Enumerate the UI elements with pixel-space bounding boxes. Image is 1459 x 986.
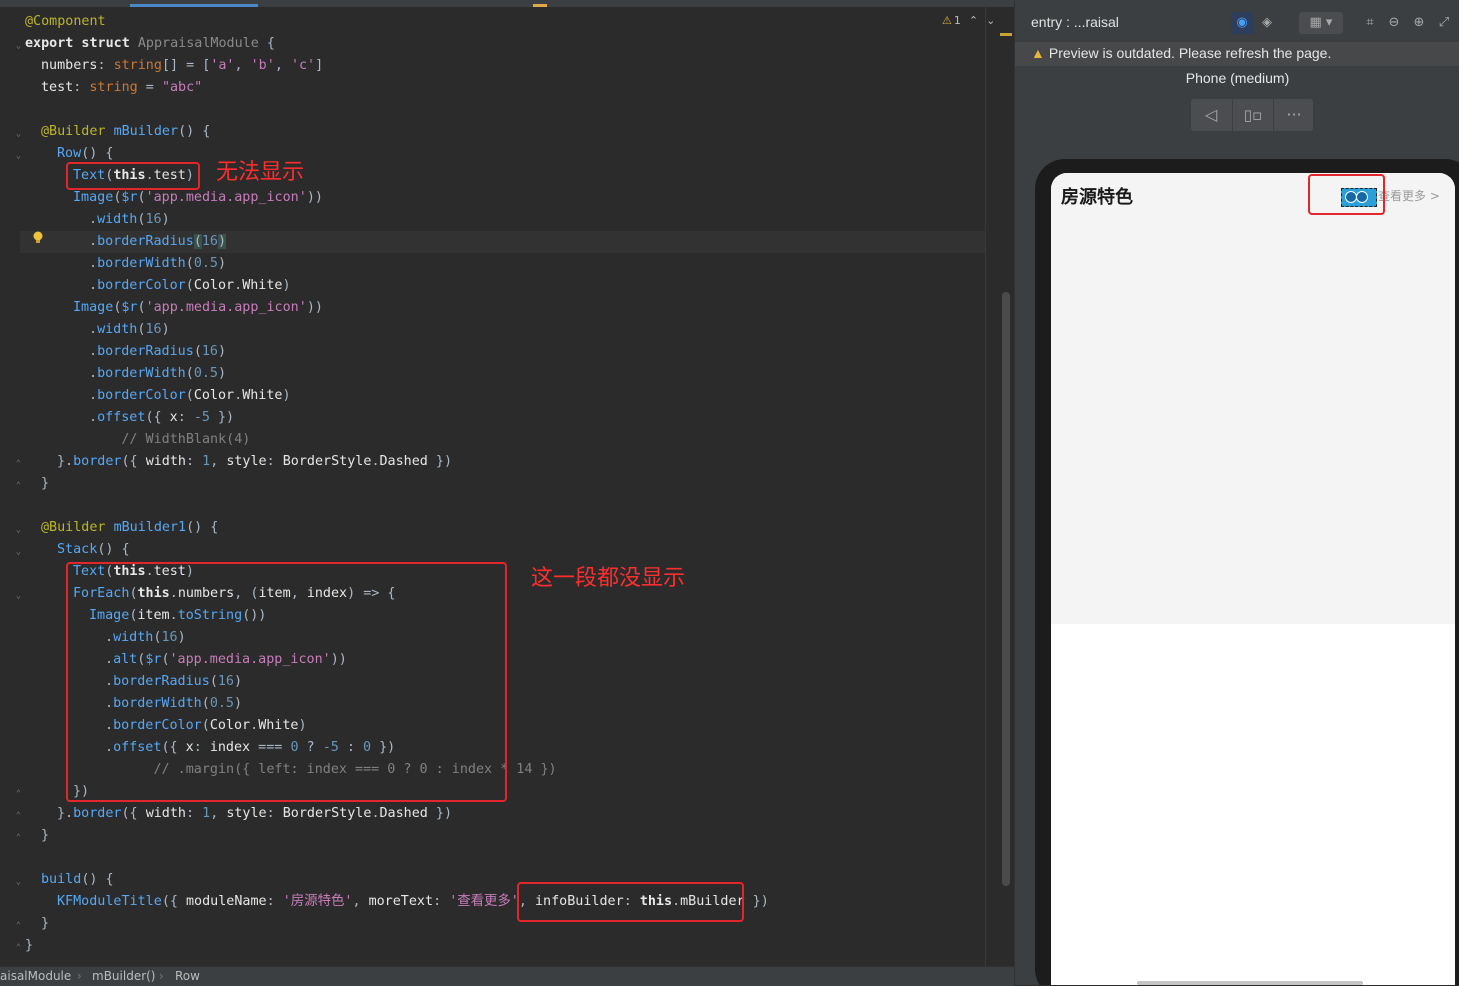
annotation-box-stack: [66, 562, 507, 802]
preview-warning-text: Preview is outdated. Please refresh the …: [1048, 45, 1332, 61]
code-line: test: string = "abc": [41, 80, 203, 95]
code-line: .borderColor(Color.White): [89, 278, 291, 293]
back-icon[interactable]: ◁: [1191, 99, 1231, 131]
fold-icon[interactable]: ⌃: [14, 811, 23, 821]
home-indicator: [1137, 981, 1363, 985]
more-text: 查看更多: [1378, 189, 1427, 203]
breadcrumb-item[interactable]: aisalModule: [0, 967, 71, 986]
editor-tab-strip[interactable]: [0, 0, 1014, 7]
code-line: .borderRadius(16): [89, 344, 227, 359]
fold-icon[interactable]: ⌄: [14, 591, 23, 601]
code-line: .borderWidth(0.5): [89, 366, 227, 381]
code-line: numbers: string[] = ['a', 'b', 'c']: [41, 58, 324, 73]
tab-indicator: [533, 4, 547, 7]
code-line: Image($r('app.media.app_icon')): [73, 300, 323, 315]
fold-icon[interactable]: ⌄: [14, 525, 23, 535]
preview-outdated-banner: ▲ Preview is outdated. Please refresh the…: [1015, 42, 1459, 66]
code-line: }.border({ width: 1, style: BorderStyle.…: [57, 806, 453, 821]
chevron-up-icon[interactable]: ⌃: [969, 14, 978, 27]
code-line: .borderWidth(0.5): [89, 256, 227, 271]
code-line: export struct AppraisalModule {: [25, 36, 275, 51]
code-line: .width(16): [89, 212, 170, 227]
previewer-panel: entry : ...raisal ◉ ◈ ▦ ▾ ⌗ ⊖ ⊕ ⤢ ▲ Previ…: [1014, 0, 1459, 985]
annotation-box-infobuilder: [517, 882, 744, 922]
warning-icon: ⚠: [942, 13, 952, 27]
code-line: // WidthBlank(4): [73, 432, 251, 447]
fold-icon[interactable]: ⌃: [14, 459, 23, 469]
device-select-icon[interactable]: ▦ ▾: [1299, 12, 1343, 34]
phone-screen[interactable]: 房源特色 查看更多 >: [1051, 173, 1455, 985]
editor-gutter: ⌄ ⌄ ⌄ ⌃ ⌃ ⌄ ⌄ ⌄ ⌃ ⌃ ⌃ ⌄ ⌃ ⌃: [0, 7, 23, 966]
warning-count: 1: [953, 13, 961, 27]
module-title: 房源特色: [1061, 187, 1133, 208]
code-line: .width(16): [89, 322, 170, 337]
fold-icon[interactable]: ⌄: [14, 41, 23, 51]
code-line: Stack() {: [57, 542, 130, 557]
code-line: .borderColor(Color.White): [89, 388, 291, 403]
fold-icon[interactable]: ⌄: [14, 877, 23, 887]
fold-icon[interactable]: ⌃: [14, 789, 23, 799]
layers-icon[interactable]: ◈: [1256, 12, 1278, 34]
breadcrumb-item[interactable]: mBuilder(): [92, 967, 156, 986]
zoom-in-icon[interactable]: ⊕: [1408, 12, 1430, 34]
zoom-out-icon[interactable]: ⊖: [1383, 12, 1405, 34]
intention-bulb-icon[interactable]: [32, 231, 44, 245]
annotation-box-preview: [1308, 174, 1385, 215]
fold-icon[interactable]: ⌄: [14, 151, 23, 161]
crop-icon[interactable]: ⌗: [1359, 12, 1381, 34]
annotation-cannot-display: 无法显示: [216, 160, 305, 185]
breadcrumb-separator: ›: [159, 969, 164, 983]
previewer-title[interactable]: entry : ...raisal: [1031, 14, 1119, 30]
code-line: }: [41, 476, 50, 491]
previewer-toolbar: entry : ...raisal ◉ ◈ ▦ ▾ ⌗ ⊖ ⊕ ⤢: [1015, 0, 1459, 42]
vertical-scrollbar[interactable]: [1002, 292, 1010, 886]
right-margin-guide: [985, 7, 986, 966]
fold-icon[interactable]: ⌃: [14, 481, 23, 491]
breadcrumb: aisalModule › mBuilder() › Row: [0, 966, 1014, 986]
chevron-right-icon: >: [1429, 189, 1440, 203]
code-line: .offset({ x: -5 }): [89, 410, 235, 425]
code-line: build() {: [41, 872, 114, 887]
inspection-widget[interactable]: ⚠ 1 ⌃ ⌄: [942, 11, 995, 29]
fold-icon[interactable]: ⌃: [14, 921, 23, 931]
code-line: }.border({ width: 1, style: BorderStyle.…: [57, 454, 453, 469]
active-tab-indicator: [130, 4, 258, 7]
fit-screen-icon[interactable]: ⤢: [1433, 12, 1455, 34]
module-area: [1051, 173, 1455, 624]
more-icon[interactable]: ···: [1273, 99, 1314, 131]
code-line: @Builder mBuilder1() {: [41, 520, 219, 535]
fold-icon[interactable]: ⌃: [14, 833, 23, 843]
code-line: }: [41, 828, 50, 843]
fold-icon[interactable]: ⌃: [14, 943, 23, 953]
warning-marker[interactable]: [1000, 33, 1012, 36]
more-link[interactable]: 查看更多 >: [1378, 187, 1440, 204]
warning-icon: ▲: [1031, 45, 1045, 61]
breadcrumb-separator: ›: [77, 969, 82, 983]
code-line: Image($r('app.media.app_icon')): [73, 190, 323, 205]
code-editor[interactable]: ⚠ 1 ⌃ ⌄ ⌄ ⌄ ⌄ ⌃ ⌃ ⌄ ⌄ ⌄ ⌃ ⌃ ⌃ ⌄ ⌃ ⌃ @Com…: [0, 0, 1014, 966]
annotation-box-text: [66, 162, 200, 190]
code-line: @Builder mBuilder() {: [41, 124, 211, 139]
breadcrumb-item[interactable]: Row: [175, 967, 200, 986]
device-controls: ◁ ▯▫ ···: [1191, 99, 1313, 131]
device-name: Phone (medium): [1185, 70, 1290, 86]
rotate-icon[interactable]: ▯▫: [1232, 99, 1273, 131]
annotation-section-not-displayed: 这一段都没显示: [531, 566, 686, 591]
fold-icon[interactable]: ⌄: [14, 129, 23, 139]
code-line: }: [25, 938, 34, 953]
chevron-down-icon[interactable]: ⌄: [986, 14, 995, 27]
code-line: .borderRadius(16): [89, 234, 227, 249]
code-line: }: [41, 916, 50, 931]
code-line: @Component: [25, 14, 106, 29]
inspector-icon[interactable]: ◉: [1231, 12, 1253, 34]
fold-icon[interactable]: ⌄: [14, 547, 23, 557]
